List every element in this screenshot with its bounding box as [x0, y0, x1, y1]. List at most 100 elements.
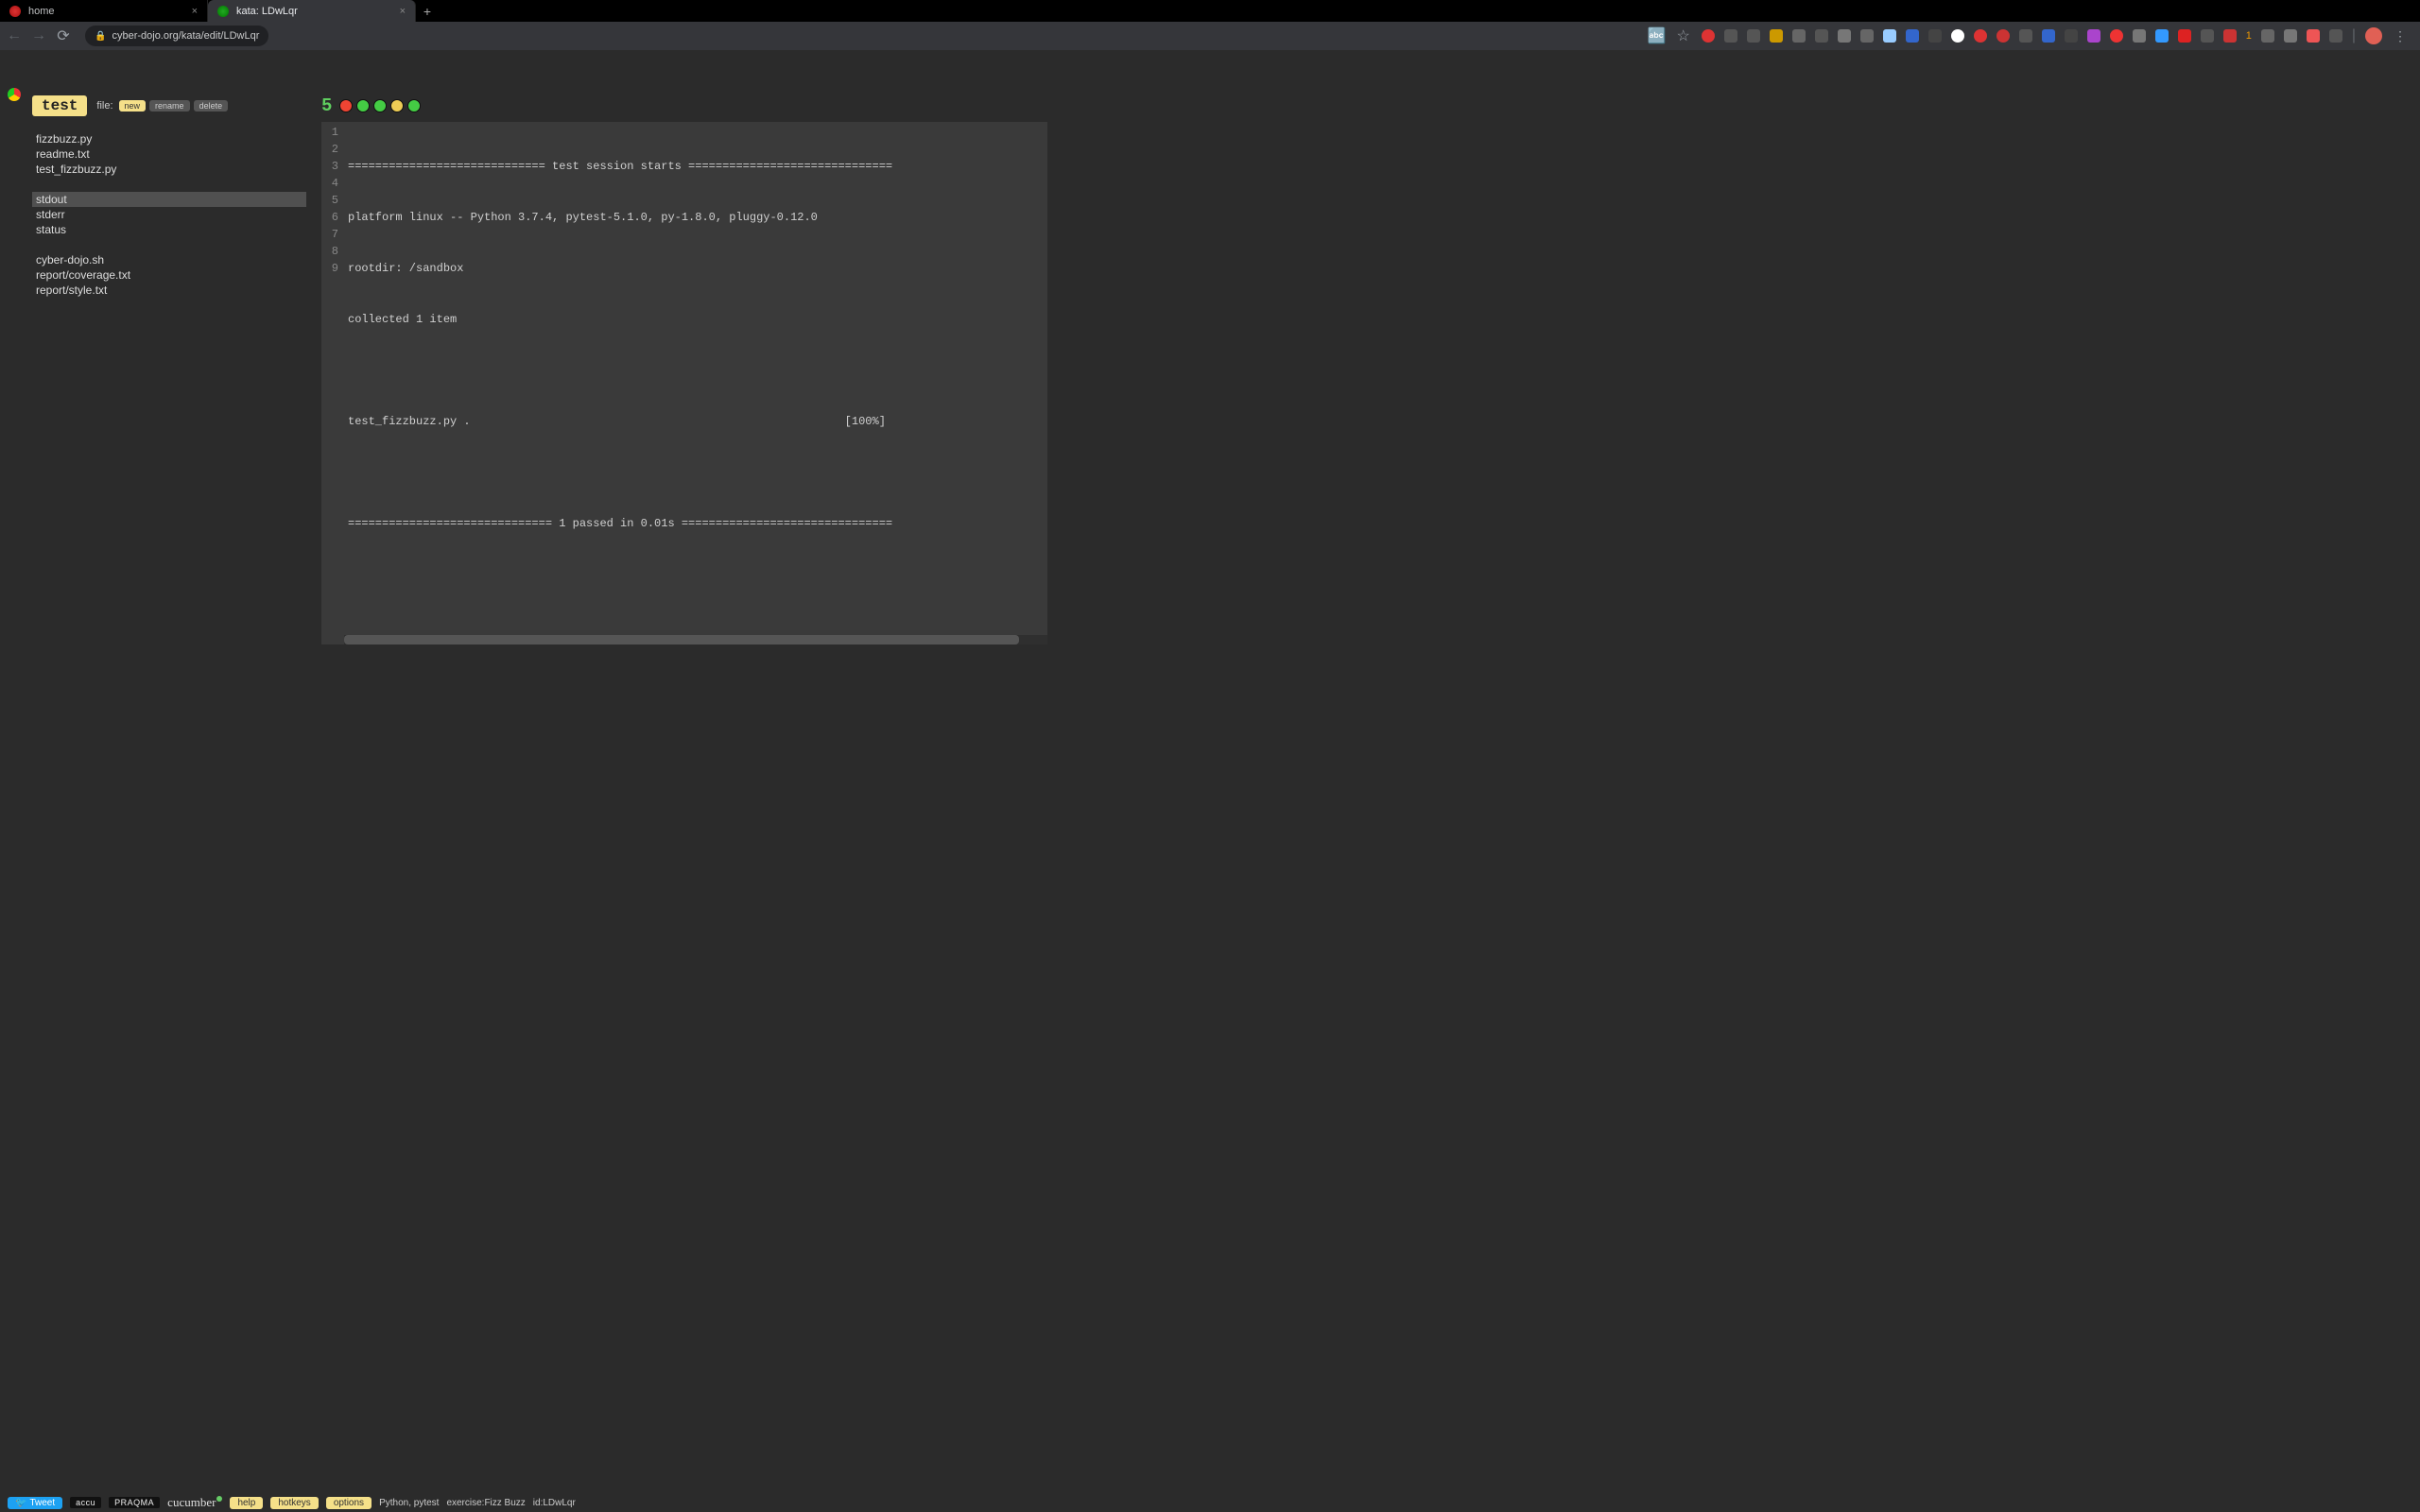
file-item[interactable]: cyber-dojo.sh — [32, 252, 306, 267]
editor-code[interactable]: ============================= test sessi… — [344, 122, 1047, 644]
traffic-light-green-icon[interactable] — [407, 99, 421, 112]
file-item[interactable]: report/coverage.txt — [32, 267, 306, 283]
star-icon[interactable]: ☆ — [1675, 27, 1692, 44]
browser-tabstrip: home × kata: LDwLqr × + — [0, 0, 2420, 22]
extension-icon[interactable] — [2042, 29, 2055, 43]
extension-icon[interactable] — [2065, 29, 2078, 43]
extension-icon[interactable] — [2087, 29, 2100, 43]
extension-icon[interactable] — [2223, 29, 2237, 43]
extension-icon[interactable] — [2133, 29, 2146, 43]
extension-icon[interactable] — [2307, 29, 2320, 43]
file-list-output: stdout stderr status — [32, 192, 306, 237]
sponsor-cucumber[interactable]: cucumber — [167, 1495, 222, 1510]
back-button[interactable]: ← — [6, 27, 23, 44]
file-label: file: — [96, 100, 112, 112]
extension-icon[interactable] — [1974, 29, 1987, 43]
reload-button[interactable]: ⟳ — [55, 27, 72, 44]
extension-icon[interactable] — [2284, 29, 2297, 43]
traffic-light-amber-icon[interactable] — [390, 99, 404, 112]
file-item-stdout[interactable]: stdout — [32, 192, 306, 207]
tweet-button[interactable]: 🐦 Tweet — [8, 1497, 62, 1509]
url-text: cyber-dojo.org/kata/edit/LDwLqr — [112, 30, 259, 42]
tab-title: kata: LDwLqr — [236, 6, 298, 17]
extension-icon[interactable] — [2110, 29, 2123, 43]
new-tab-button[interactable]: + — [416, 0, 439, 22]
extension-icon[interactable] — [1906, 29, 1919, 43]
close-icon[interactable]: × — [192, 6, 198, 17]
traffic-light-green-icon[interactable] — [356, 99, 370, 112]
code-line: ============================= test sessi… — [348, 158, 1044, 175]
file-item[interactable]: readme.txt — [32, 146, 306, 162]
code-line: test_fizzbuzz.py . [100%] — [348, 413, 1044, 430]
extension-icon[interactable] — [1883, 29, 1896, 43]
cyber-dojo-logo-icon[interactable] — [8, 88, 21, 101]
forward-button[interactable]: → — [30, 27, 47, 44]
extension-icon[interactable] — [2155, 29, 2169, 43]
file-item[interactable]: fizzbuzz.py — [32, 131, 306, 146]
cucumber-dot-icon — [216, 1496, 222, 1502]
extension-icon[interactable] — [1702, 29, 1715, 43]
extension-icon[interactable] — [1770, 29, 1783, 43]
file-item-stderr[interactable]: stderr — [32, 207, 306, 222]
code-line — [348, 464, 1044, 481]
address-bar[interactable]: 🔒 cyber-dojo.org/kata/edit/LDwLqr — [85, 26, 268, 46]
code-line: platform linux -- Python 3.7.4, pytest-5… — [348, 209, 1044, 226]
translate-icon[interactable]: 🔤 — [1649, 27, 1666, 44]
traffic-light-row: 5 — [321, 95, 1047, 116]
extension-icon[interactable] — [1815, 29, 1828, 43]
file-new-button[interactable]: new — [119, 100, 147, 112]
code-line: rootdir: /sandbox — [348, 260, 1044, 277]
extension-icon[interactable] — [1951, 29, 1964, 43]
extension-area: 🔤 ☆ 1 | ⋮ — [1649, 27, 2414, 44]
file-rename-button[interactable]: rename — [149, 100, 190, 112]
browser-toolbar: ← → ⟳ 🔒 cyber-dojo.org/kata/edit/LDwLqr … — [0, 22, 2420, 50]
file-item-status[interactable]: status — [32, 222, 306, 237]
extension-icon[interactable] — [1747, 29, 1760, 43]
footer-bar: 🐦 Tweet accu PRAQMA cucumber help hotkey… — [0, 1493, 2420, 1512]
top-controls: test file: new rename delete — [32, 95, 306, 116]
editor-pane[interactable]: 123456789 ============================= … — [321, 122, 1047, 644]
file-item[interactable]: test_fizzbuzz.py — [32, 162, 306, 177]
profile-avatar[interactable] — [2365, 27, 2382, 44]
extension-badge[interactable]: 1 — [2246, 30, 2252, 42]
run-number: 5 — [321, 95, 332, 116]
favicon-icon — [9, 6, 21, 17]
extension-icon[interactable] — [2019, 29, 2032, 43]
test-button[interactable]: test — [32, 95, 87, 116]
options-button[interactable]: options — [326, 1497, 372, 1509]
hotkeys-button[interactable]: hotkeys — [270, 1497, 318, 1509]
lock-icon: 🔒 — [95, 31, 106, 42]
extension-icon[interactable] — [1724, 29, 1737, 43]
extension-icon[interactable] — [1860, 29, 1874, 43]
twitter-icon: 🐦 — [15, 1498, 26, 1508]
chrome-menu-icon[interactable]: ⋮ — [2392, 28, 2409, 44]
sponsor-praqma[interactable]: PRAQMA — [109, 1497, 160, 1508]
footer-exercise: exercise:Fizz Buzz — [446, 1498, 525, 1508]
extension-icon[interactable] — [2329, 29, 2342, 43]
extension-icon[interactable] — [1792, 29, 1806, 43]
scrollbar-thumb[interactable] — [344, 635, 1019, 644]
extension-icon[interactable] — [2261, 29, 2274, 43]
file-delete-button[interactable]: delete — [194, 100, 229, 112]
footer-language: Python, pytest — [379, 1498, 439, 1508]
file-item[interactable]: report/style.txt — [32, 283, 306, 298]
close-icon[interactable]: × — [400, 6, 406, 17]
page-content: test file: new rename delete fizzbuzz.py… — [0, 50, 2420, 1512]
sponsor-accu[interactable]: accu — [70, 1497, 101, 1508]
extension-icon[interactable] — [1838, 29, 1851, 43]
browser-tab-home[interactable]: home × — [0, 0, 208, 22]
traffic-light-green-icon[interactable] — [373, 99, 387, 112]
browser-tab-kata[interactable]: kata: LDwLqr × — [208, 0, 416, 22]
help-button[interactable]: help — [230, 1497, 263, 1509]
extension-icon[interactable] — [2201, 29, 2214, 43]
file-pill-row: new rename delete — [119, 100, 229, 112]
file-list-reports: cyber-dojo.sh report/coverage.txt report… — [32, 252, 306, 298]
favicon-icon — [217, 6, 229, 17]
file-list-source: fizzbuzz.py readme.txt test_fizzbuzz.py — [32, 131, 306, 177]
extension-icon[interactable] — [2178, 29, 2191, 43]
extension-icon[interactable] — [1996, 29, 2010, 43]
code-line — [348, 566, 1044, 583]
extension-icon[interactable] — [1928, 29, 1942, 43]
editor-hscrollbar[interactable] — [344, 635, 1047, 644]
traffic-light-red-icon[interactable] — [339, 99, 353, 112]
